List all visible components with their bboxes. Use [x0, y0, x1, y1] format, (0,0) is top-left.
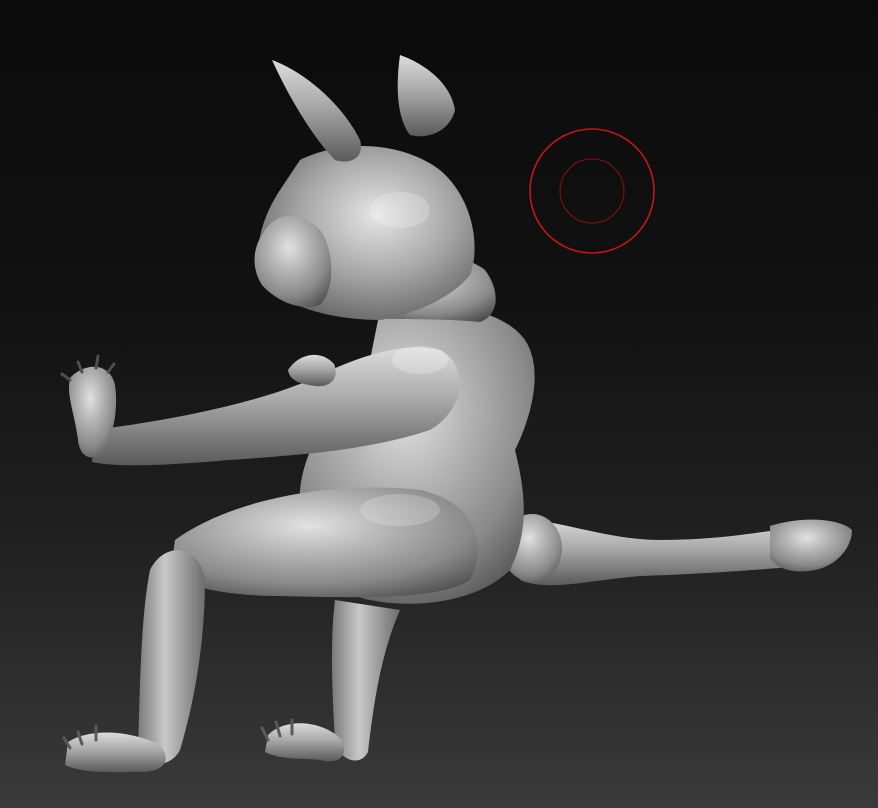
sculpt-viewport[interactable]: [0, 0, 878, 808]
model-left-ear: [272, 60, 361, 162]
sculpted-model[interactable]: [60, 55, 852, 773]
model-right-foot: [770, 519, 852, 572]
sculpt-canvas[interactable]: [0, 0, 878, 808]
model-right-ear: [397, 55, 455, 137]
model-right-hand: [288, 354, 336, 387]
model-highlight-head: [370, 192, 430, 228]
model-front-shin: [138, 550, 205, 765]
model-back-leg: [331, 600, 400, 761]
model-highlight-hip: [360, 494, 440, 526]
model-highlight-shoulder: [392, 346, 448, 374]
